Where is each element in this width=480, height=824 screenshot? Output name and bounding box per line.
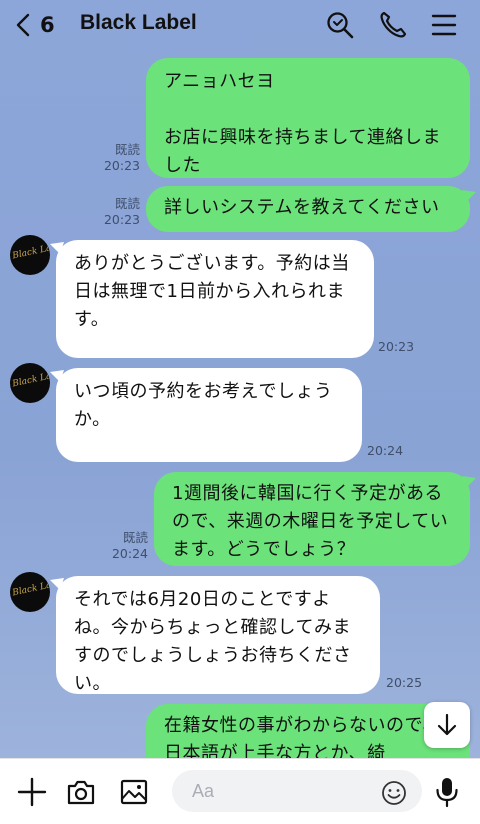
unread-count: 6 bbox=[40, 13, 55, 37]
outgoing-message[interactable]: 詳しいシステムを教えてください bbox=[146, 186, 470, 232]
avatar-logo-text: Black Label bbox=[11, 577, 50, 599]
image-icon[interactable] bbox=[118, 776, 150, 808]
outgoing-message[interactable]: 1週間後に韓国に行く予定があるので、来週の木曜日を予定しています。どうでしょう？ bbox=[154, 472, 470, 566]
read-label: 既読 bbox=[114, 196, 140, 211]
read-receipt: 既読 20:24 bbox=[108, 530, 148, 562]
outgoing-message[interactable]: 在籍女性の事がわからないので、日本語が上手な方とか、綺 bbox=[146, 704, 470, 758]
read-receipt: 既読 20:23 bbox=[100, 196, 140, 228]
incoming-message[interactable]: それでは6月20日のことですよね。今からちょっと確認してみますのでしょうしょうお… bbox=[56, 576, 380, 694]
read-label: 既読 bbox=[114, 142, 140, 157]
avatar[interactable]: Black Label bbox=[10, 235, 50, 275]
chat-background: 6 Black Label 既読 20:23 アニョハセヨ お店に興味を持ちまし… bbox=[0, 0, 480, 758]
avatar[interactable]: Black Label bbox=[10, 363, 50, 403]
message-time: 20:23 bbox=[378, 339, 415, 354]
incoming-message[interactable]: ありがとうございます。予約は当日は無理で1日前から入れられます。 bbox=[56, 240, 374, 358]
outgoing-message[interactable]: アニョハセヨ お店に興味を持ちまして連絡しました bbox=[146, 58, 470, 178]
message-time: 20:23 bbox=[103, 158, 140, 173]
emoji-icon[interactable] bbox=[381, 780, 407, 806]
search-icon[interactable] bbox=[324, 9, 356, 41]
avatar-logo-text: Black Label bbox=[11, 368, 50, 390]
message-time: 20:24 bbox=[367, 443, 404, 458]
phone-icon[interactable] bbox=[377, 9, 409, 41]
camera-icon[interactable] bbox=[65, 776, 97, 808]
message-time: 20:24 bbox=[111, 546, 148, 561]
scroll-to-bottom-button[interactable] bbox=[424, 702, 470, 748]
microphone-icon[interactable] bbox=[434, 776, 460, 808]
message-time: 20:23 bbox=[103, 212, 140, 227]
plus-icon[interactable] bbox=[16, 776, 48, 808]
bubble-tail bbox=[462, 476, 476, 488]
chat-title: Black Label bbox=[80, 11, 197, 34]
chevron-left-icon bbox=[16, 13, 30, 37]
back-button[interactable]: 6 bbox=[14, 8, 55, 42]
bubble-tail bbox=[462, 190, 476, 202]
arrow-down-icon bbox=[437, 713, 457, 736]
read-label: 既読 bbox=[122, 530, 148, 545]
incoming-message[interactable]: いつ頃の予約をお考えでしょうか。 bbox=[56, 368, 362, 462]
avatar-logo-text: Black Label bbox=[11, 240, 50, 262]
avatar[interactable]: Black Label bbox=[10, 572, 50, 612]
chat-header: 6 Black Label bbox=[0, 0, 480, 50]
read-receipt: 既読 20:23 bbox=[100, 142, 140, 174]
menu-icon[interactable] bbox=[428, 9, 460, 41]
message-time: 20:25 bbox=[386, 675, 423, 690]
message-input-bar bbox=[0, 758, 480, 824]
